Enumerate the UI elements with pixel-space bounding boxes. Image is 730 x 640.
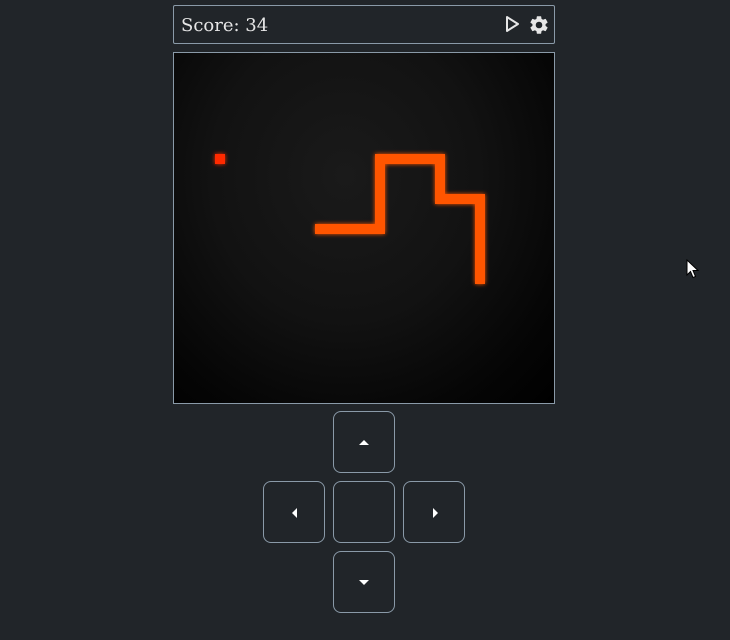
snake-segment bbox=[475, 254, 485, 264]
snake-segment bbox=[475, 274, 485, 284]
snake-segment bbox=[385, 154, 395, 164]
game-canvas bbox=[215, 154, 485, 284]
snake-segment bbox=[375, 174, 385, 184]
snake-segment bbox=[415, 154, 425, 164]
snake-segment bbox=[475, 244, 485, 254]
snake-segment bbox=[375, 154, 385, 164]
play-icon[interactable] bbox=[502, 14, 522, 34]
left-button[interactable] bbox=[263, 481, 325, 543]
up-button[interactable] bbox=[333, 411, 395, 473]
snake-segment bbox=[365, 224, 375, 234]
snake-segment bbox=[475, 204, 485, 214]
mouse-cursor-icon bbox=[686, 259, 700, 279]
snake-head bbox=[315, 224, 325, 234]
game-header: Score: 34 bbox=[173, 5, 555, 44]
snake-segment bbox=[375, 194, 385, 204]
snake-segment bbox=[435, 194, 445, 204]
center-button[interactable] bbox=[333, 481, 395, 543]
snake-segment bbox=[375, 204, 385, 214]
snake-segment bbox=[325, 224, 335, 234]
snake-segment bbox=[435, 164, 445, 174]
right-button[interactable] bbox=[403, 481, 465, 543]
snake-segment bbox=[475, 224, 485, 234]
game-board[interactable] bbox=[173, 52, 555, 404]
snake-segment bbox=[355, 224, 365, 234]
snake-segment bbox=[335, 224, 345, 234]
snake-segment bbox=[475, 194, 485, 204]
snake-segment bbox=[375, 184, 385, 194]
snake-segment bbox=[425, 154, 435, 164]
snake-segment bbox=[375, 164, 385, 174]
snake-segment bbox=[435, 154, 445, 164]
snake-segment bbox=[395, 154, 405, 164]
snake-segment bbox=[475, 234, 485, 244]
snake-segment bbox=[445, 194, 455, 204]
right-arrow-icon bbox=[433, 508, 438, 518]
score-label: Score: 34 bbox=[181, 15, 269, 36]
snake bbox=[315, 154, 485, 284]
snake-segment bbox=[475, 264, 485, 274]
down-arrow-icon bbox=[359, 580, 369, 585]
snake-segment bbox=[345, 224, 355, 234]
snake-segment bbox=[375, 224, 385, 234]
snake-segment bbox=[375, 214, 385, 224]
food-pellet bbox=[215, 154, 225, 164]
snake-segment bbox=[465, 194, 475, 204]
down-button[interactable] bbox=[333, 551, 395, 613]
snake-segment bbox=[435, 174, 445, 184]
snake-segment bbox=[405, 154, 415, 164]
snake-segment bbox=[475, 214, 485, 224]
snake-segment bbox=[435, 184, 445, 194]
left-arrow-icon bbox=[292, 508, 297, 518]
gear-icon[interactable] bbox=[528, 14, 548, 34]
up-arrow-icon bbox=[359, 440, 369, 445]
snake-segment bbox=[455, 194, 465, 204]
